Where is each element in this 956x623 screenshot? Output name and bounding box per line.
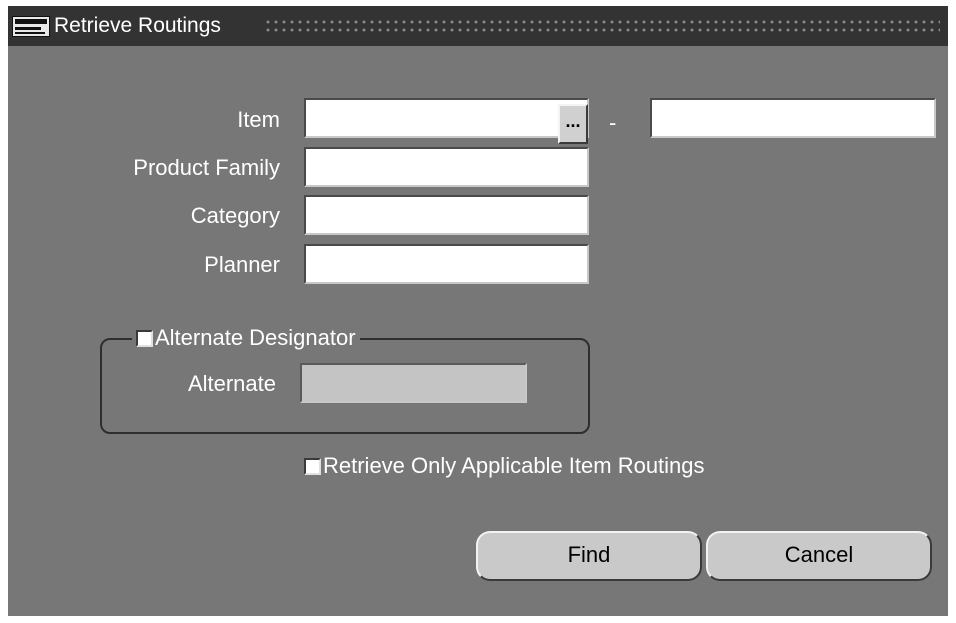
alternate-designator-toggle[interactable]: Alternate Designator [132,324,360,352]
planner-label: Planner [204,252,280,277]
item-list-of-values-button[interactable]: ... [558,104,588,144]
title-bar[interactable]: Retrieve Routings [8,6,948,46]
alternate-field [300,363,527,403]
cancel-button[interactable]: Cancel [706,531,932,581]
title-bar-drag-pattern [264,18,940,34]
planner-field[interactable] [304,244,589,284]
alternate-label: Alternate [187,371,276,396]
find-button[interactable]: Find [476,531,702,581]
product-family-field[interactable] [304,147,589,187]
applicable-routings-toggle[interactable]: Retrieve Only Applicable Item Routings [304,452,705,480]
item-to-field[interactable] [650,98,936,138]
category-label: Category [190,203,280,228]
applicable-routings-checkbox[interactable] [304,458,321,475]
item-range-separator: - [609,110,617,135]
alternate-designator-label: Alternate Designator [155,325,356,350]
alternate-designator-checkbox[interactable] [136,330,153,347]
applicable-routings-label: Retrieve Only Applicable Item Routings [323,453,705,478]
product-family-label: Product Family [133,155,280,180]
retrieve-routings-window: Retrieve Routings Item ... - Product Fam… [8,6,948,616]
oracle-applications-logo-icon [12,16,50,37]
item-label: Item [237,107,280,132]
item-from-field[interactable] [304,98,589,138]
category-field[interactable] [304,195,589,235]
window-title: Retrieve Routings [54,14,221,37]
